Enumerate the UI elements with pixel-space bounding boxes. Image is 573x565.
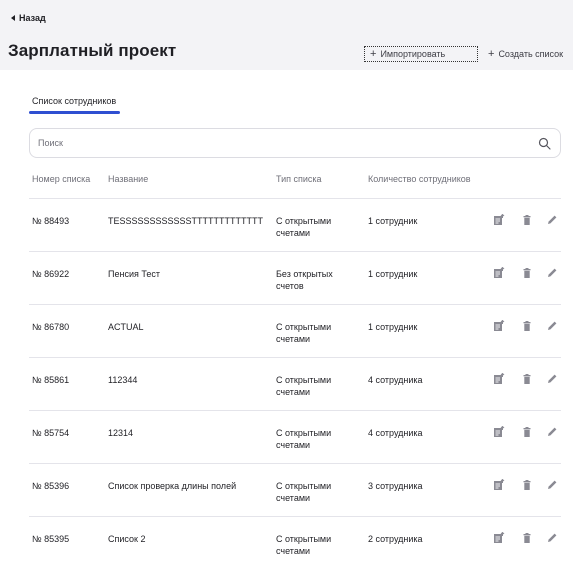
list-number: № 85754 [32,428,70,438]
caret-left-icon [11,15,15,21]
table-row[interactable]: № 85754 12314 С открытыми счетами 4 сотр… [29,410,561,463]
list-number: № 88493 [32,216,70,226]
list-number: № 85396 [32,481,70,491]
list-name: Пенсия Тест [108,269,160,279]
table-row[interactable]: № 85861 112344 С открытыми счетами 4 сот… [29,357,561,410]
pencil-icon[interactable] [546,214,558,226]
export-document-icon[interactable] [493,214,505,226]
employee-count: 3 сотрудника [368,481,423,491]
employee-count: 1 сотрудник [368,269,418,279]
list-number: № 85861 [32,375,70,385]
trash-icon[interactable] [521,320,533,332]
column-header-number: Номер списка [32,174,91,184]
plus-icon: + [488,48,495,60]
export-document-icon[interactable] [493,320,505,332]
create-list-button-label: Создать список [498,49,564,59]
list-name: ACTUAL [108,322,144,332]
column-header-count: Количество сотрудников [368,174,471,184]
table-row[interactable]: № 86780 ACTUAL С открытыми счетами 1 сот… [29,304,561,357]
trash-icon[interactable] [521,214,533,226]
page-header: Назад Зарплатный проект + Импортировать … [0,0,573,70]
plus-icon: + [370,48,377,60]
export-document-icon[interactable] [493,479,505,491]
column-header-name: Название [108,174,149,184]
create-list-button[interactable]: + Создать список [488,46,563,62]
list-name: TESSSSSSSSSSSSTTTTTTTTTTTTT [108,216,264,226]
list-type: С открытыми счетами [276,375,332,397]
export-document-icon[interactable] [493,267,505,279]
employee-count: 4 сотрудника [368,375,423,385]
list-type: С открытыми счетами [276,216,332,238]
search-icon[interactable] [538,137,551,150]
search-input[interactable] [38,135,528,151]
employee-count: 2 сотрудника [368,534,423,544]
list-type: С открытыми счетами [276,428,332,450]
search-box [29,128,561,158]
pencil-icon[interactable] [546,320,558,332]
list-number: № 85395 [32,534,70,544]
list-name: Список проверка длины полей [108,481,237,491]
pencil-icon[interactable] [546,532,558,544]
employee-count: 1 сотрудник [368,216,418,226]
list-type: Без открытых счетов [276,269,333,291]
back-link[interactable]: Назад [11,13,46,23]
pencil-icon[interactable] [546,373,558,385]
pencil-icon[interactable] [546,479,558,491]
pencil-icon[interactable] [546,267,558,279]
export-document-icon[interactable] [493,373,505,385]
pencil-icon[interactable] [546,426,558,438]
active-tab-indicator [29,111,120,114]
import-button-label: Импортировать [380,49,446,59]
list-number: № 86922 [32,269,70,279]
trash-icon[interactable] [521,267,533,279]
employee-count: 1 сотрудник [368,322,418,332]
list-type: С открытыми счетами [276,322,332,344]
list-name: 12314 [108,428,134,438]
list-name: 112344 [108,375,138,385]
list-type: С открытыми счетами [276,481,332,503]
list-name: Список 2 [108,534,146,544]
import-button[interactable]: + Импортировать [364,46,478,62]
column-header-type: Тип списка [276,174,322,184]
table-row[interactable]: № 88493 TESSSSSSSSSSSSTTTTTTTTTTTTT С от… [29,198,561,251]
table-row[interactable]: № 86922 Пенсия Тест Без открытых счетов … [29,251,561,304]
table-row[interactable]: № 85395 Список 2 С открытыми счетами 2 с… [29,516,561,565]
list-number: № 86780 [32,322,70,332]
export-document-icon[interactable] [493,532,505,544]
trash-icon[interactable] [521,532,533,544]
employee-count: 4 сотрудника [368,428,423,438]
list-type: С открытыми счетами [276,534,332,556]
trash-icon[interactable] [521,373,533,385]
back-label: Назад [19,13,46,23]
trash-icon[interactable] [521,479,533,491]
export-document-icon[interactable] [493,426,505,438]
page-title: Зарплатный проект [8,41,177,60]
trash-icon[interactable] [521,426,533,438]
table-row[interactable]: № 85396 Список проверка длины полей С от… [29,463,561,516]
